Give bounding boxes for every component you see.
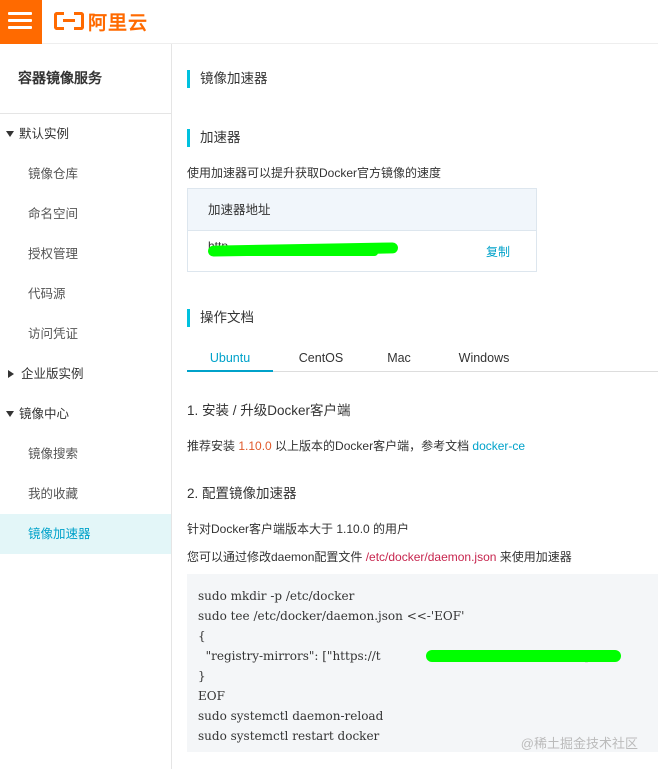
sidebar-item-image-accelerator[interactable]: 镜像加速器 [0,514,171,554]
accelerator-table-row: http 复制 [188,231,536,272]
version-number: 1.10.0 [238,439,272,453]
accelerator-table: 加速器地址 http 复制 [187,188,537,272]
tab-ubuntu[interactable]: Ubuntu [187,348,273,372]
sidebar-group-label: 镜像中心 [19,407,70,421]
step-1-title: 1. 安装 / 升级Docker客户端 [187,403,351,418]
tab-centos[interactable]: CentOS [291,348,351,372]
logo-text: 阿里云 [88,12,149,34]
code-line: "registry-mirrors": ["https://t"] [198,646,647,666]
code-line: sudo mkdir -p /etc/docker [198,589,355,603]
code-block[interactable]: sudo mkdir -p /etc/docker sudo tee /etc/… [187,574,658,752]
sidebar-group-default-instance[interactable]: 默认实例 [0,114,171,154]
step-2-line-2: 您可以通过修改daemon配置文件 /etc/docker/daemon.jso… [187,550,572,564]
code-line: sudo systemctl daemon-reload [198,709,384,723]
accelerator-section-title: 加速器 [187,129,241,147]
sidebar-group-label: 默认实例 [19,127,70,141]
redaction-mark [426,650,621,662]
daemon-json-path: /etc/docker/daemon.json [365,550,497,564]
sidebar-item-authorization[interactable]: 授权管理 [0,234,171,274]
docs-section-title: 操作文档 [187,309,254,327]
code-line: sudo tee /etc/docker/daemon.json <<-'EOF… [198,609,465,623]
sidebar: 容器镜像服务 默认实例 镜像仓库 命名空间 授权管理 代码源 访问凭证 企业版实… [0,44,172,769]
aliyun-logo-icon [54,12,84,30]
sidebar-item-code-source[interactable]: 代码源 [0,274,171,314]
sidebar-group-enterprise-instance[interactable]: 企业版实例 [0,354,171,394]
sidebar-item-namespaces[interactable]: 命名空间 [0,194,171,234]
sidebar-item-image-search[interactable]: 镜像搜索 [0,434,171,474]
page-title: 镜像加速器 [187,70,268,88]
code-line: { [198,629,206,643]
redaction-mark [218,249,378,256]
top-bar: 阿里云 [0,0,658,44]
sidebar-title: 容器镜像服务 [0,44,171,114]
accelerator-table-header: 加速器地址 [188,189,536,231]
code-line: EOF [198,689,225,703]
copy-button[interactable]: 复制 [486,243,510,260]
sidebar-item-access-credentials[interactable]: 访问凭证 [0,314,171,354]
accelerator-description: 使用加速器可以提升获取Docker官方镜像的速度 [187,166,442,180]
step-1-text: 推荐安装 1.10.0 以上版本的Docker客户端，参考文档 docker-c… [187,439,526,453]
tab-windows[interactable]: Windows [449,348,519,372]
caret-right-icon [8,370,14,378]
caret-down-icon [6,131,14,137]
step-2-title: 2. 配置镜像加速器 [187,486,297,501]
sidebar-item-repositories[interactable]: 镜像仓库 [0,154,171,194]
main-content: 镜像加速器 加速器 使用加速器可以提升获取Docker官方镜像的速度 加速器地址… [172,44,658,769]
code-line: } [198,669,206,683]
step-2-line-1: 针对Docker客户端版本大于 1.10.0 的用户 [187,522,410,536]
sidebar-group-label: 企业版实例 [21,367,84,381]
menu-icon[interactable] [0,0,42,44]
tab-mac[interactable]: Mac [377,348,421,372]
aliyun-logo[interactable]: 阿里云 [54,8,148,34]
os-tabs: Ubuntu CentOS Mac Windows [187,348,658,372]
docker-ce-link[interactable]: docker-ce [472,439,525,453]
sidebar-item-favorites[interactable]: 我的收藏 [0,474,171,514]
watermark: @稀土掘金技术社区 [520,736,638,751]
caret-down-icon [6,411,14,417]
sidebar-group-image-center[interactable]: 镜像中心 [0,394,171,434]
